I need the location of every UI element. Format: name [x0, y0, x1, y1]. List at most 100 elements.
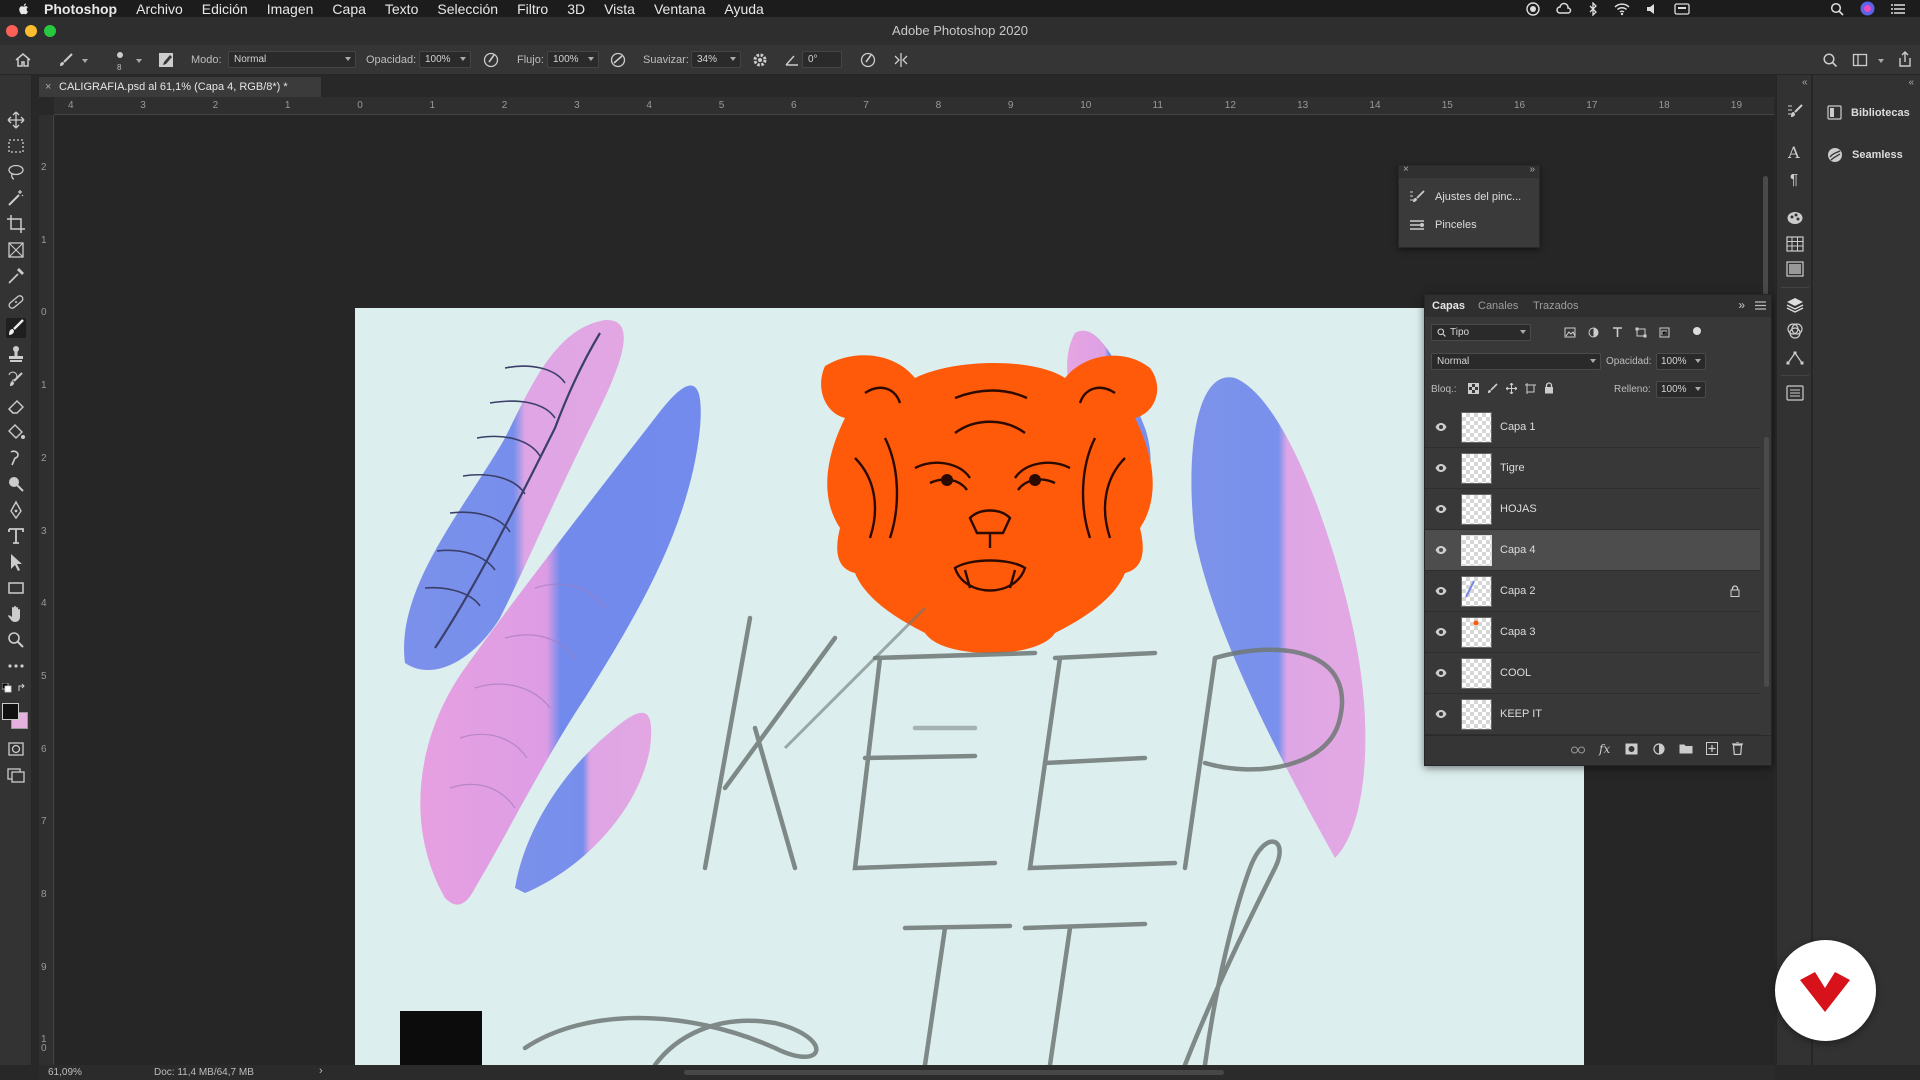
brush-angle-input[interactable]: 0°: [802, 51, 842, 68]
smoothing-input[interactable]: 34%: [691, 51, 741, 68]
tool-preset-caret[interactable]: [82, 59, 88, 63]
fill-input[interactable]: 100%: [1656, 381, 1706, 398]
adjustments-icon[interactable]: [1786, 385, 1804, 401]
siri-icon[interactable]: [1860, 1, 1875, 16]
brush-settings-item[interactable]: Ajustes del pinc...: [1409, 190, 1521, 204]
maximize-window-button[interactable]: [44, 25, 56, 37]
magic-wand-tool-icon[interactable]: [6, 188, 26, 208]
collapse-panel-icon[interactable]: »: [1738, 298, 1745, 312]
menu-texto[interactable]: Texto: [385, 1, 418, 17]
pressure-size-icon[interactable]: [860, 52, 876, 68]
tab-canales[interactable]: Canales: [1478, 300, 1518, 312]
volume-icon[interactable]: [1646, 2, 1658, 16]
layers-scrollbar[interactable]: [1764, 437, 1769, 687]
swap-colors-icon[interactable]: [17, 683, 27, 693]
bluetooth-icon[interactable]: [1588, 1, 1598, 16]
menu-ventana[interactable]: Ventana: [654, 1, 705, 17]
vertical-scrollbar[interactable]: [1763, 176, 1768, 296]
filter-pixel-icon[interactable]: [1564, 327, 1576, 338]
frame-tool-icon[interactable]: [6, 240, 26, 260]
link-layers-icon[interactable]: [1571, 745, 1585, 755]
record-icon[interactable]: [1526, 1, 1540, 16]
paragraph-icon[interactable]: ¶: [1790, 171, 1798, 188]
document-tab[interactable]: × CALIGRAFIA.psd al 61,1% (Capa 4, RGB/8…: [39, 77, 321, 97]
pen-tool-icon[interactable]: [6, 500, 26, 520]
filter-shape-icon[interactable]: [1635, 327, 1647, 338]
wifi-icon[interactable]: [1614, 2, 1630, 16]
more-tools-icon[interactable]: [6, 656, 26, 676]
workspace-caret[interactable]: [1878, 59, 1884, 63]
color-wheel-icon[interactable]: [1786, 210, 1804, 226]
menu-ayuda[interactable]: Ayuda: [724, 1, 763, 17]
menu-seleccion[interactable]: Selección: [437, 1, 498, 17]
smudge-tool-icon[interactable]: [6, 448, 26, 468]
collapse-panel-icon[interactable]: »: [1529, 164, 1535, 175]
swatches-icon[interactable]: [1786, 236, 1804, 252]
gradients-icon[interactable]: [1786, 261, 1804, 277]
layer-row-hojas[interactable]: HOJAS: [1425, 489, 1760, 530]
filter-smart-object-icon[interactable]: [1659, 327, 1670, 338]
pressure-opacity-icon[interactable]: [483, 52, 499, 68]
keyboard-icon[interactable]: [1674, 2, 1690, 16]
character-icon[interactable]: A: [1788, 143, 1800, 162]
eyedropper-tool-icon[interactable]: [6, 266, 26, 286]
lasso-tool-icon[interactable]: [6, 162, 26, 182]
paint-bucket-tool-icon[interactable]: [6, 422, 26, 442]
history-brush-tool-icon[interactable]: [6, 370, 26, 390]
tab-trazados[interactable]: Trazados: [1533, 300, 1578, 312]
layer-row-capa-3[interactable]: Capa 3: [1425, 612, 1760, 653]
search-icon[interactable]: [1822, 52, 1838, 68]
visibility-eye-icon[interactable]: [1435, 463, 1447, 473]
eraser-tool-icon[interactable]: [6, 396, 26, 416]
brush-picker-caret[interactable]: [136, 59, 142, 63]
menu-capa[interactable]: Capa: [332, 1, 365, 17]
layer-opacity-input[interactable]: 100%: [1656, 353, 1706, 370]
mode-select[interactable]: Normal: [228, 51, 356, 68]
minimize-window-button[interactable]: [25, 25, 37, 37]
brush-panel-header[interactable]: × »: [1399, 164, 1539, 178]
smoothing-options-gear-icon[interactable]: [752, 52, 768, 68]
spotlight-icon[interactable]: [1830, 2, 1844, 16]
layers-icon[interactable]: [1786, 297, 1804, 313]
lock-position-icon[interactable]: [1506, 383, 1517, 394]
horizontal-scrollbar[interactable]: [684, 1070, 1224, 1075]
menu-vista[interactable]: Vista: [604, 1, 635, 17]
filter-adjustment-icon[interactable]: [1588, 327, 1599, 338]
menu-edicion[interactable]: Edición: [202, 1, 248, 17]
zoom-level[interactable]: 61,09%: [48, 1067, 82, 1078]
lock-pixels-icon[interactable]: [1487, 383, 1498, 394]
collapse-libs-icon[interactable]: «: [1908, 77, 1914, 88]
path-selection-tool-icon[interactable]: [6, 552, 26, 572]
visibility-eye-icon[interactable]: [1435, 504, 1447, 514]
menu-filtro[interactable]: Filtro: [517, 1, 548, 17]
type-tool-icon[interactable]: [6, 526, 26, 546]
workspace-icon[interactable]: [1852, 52, 1868, 68]
menu-app-name[interactable]: Photoshop: [44, 1, 117, 17]
lock-all-icon[interactable]: [1544, 382, 1554, 394]
delete-layer-icon[interactable]: [1732, 742, 1743, 755]
default-colors-icon[interactable]: [2, 683, 12, 693]
layer-row-capa-1[interactable]: Capa 1: [1425, 407, 1760, 448]
panel-menu-icon[interactable]: [1755, 301, 1766, 310]
filter-type-icon[interactable]: [1612, 327, 1623, 338]
creative-cloud-icon[interactable]: [1556, 2, 1572, 16]
healing-brush-tool-icon[interactable]: [6, 292, 26, 312]
libraries-panel-button[interactable]: Bibliotecas: [1827, 105, 1910, 120]
status-expand-icon[interactable]: ›: [319, 1065, 323, 1077]
move-tool-icon[interactable]: [6, 110, 26, 130]
clone-stamp-tool-icon[interactable]: [6, 344, 26, 364]
visibility-eye-icon[interactable]: [1435, 422, 1447, 432]
artwork-canvas[interactable]: [355, 308, 1584, 1065]
brush-preset-icon[interactable]: [114, 50, 126, 64]
share-icon[interactable]: [1897, 51, 1913, 68]
paths-icon[interactable]: [1786, 350, 1804, 366]
menu-3d[interactable]: 3D: [567, 1, 585, 17]
brush-settings-icon[interactable]: [1786, 103, 1804, 121]
notification-center-icon[interactable]: [1891, 2, 1906, 16]
menu-archivo[interactable]: Archivo: [136, 1, 183, 17]
opacity-input[interactable]: 100%: [419, 51, 471, 68]
layer-row-capa-2[interactable]: Capa 2: [1425, 571, 1760, 612]
flow-input[interactable]: 100%: [547, 51, 599, 68]
new-layer-icon[interactable]: [1706, 742, 1718, 755]
adjustment-layer-icon[interactable]: [1653, 743, 1665, 755]
